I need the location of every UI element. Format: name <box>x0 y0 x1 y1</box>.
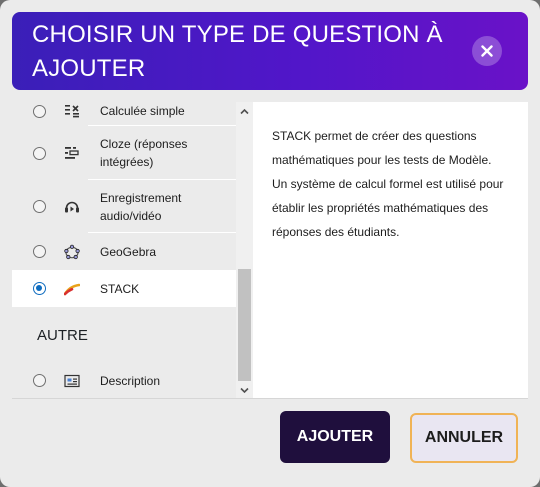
radio-geogebra[interactable] <box>33 245 46 258</box>
question-type-list: Calculée simple Cloze (réponses intégrée… <box>12 102 236 398</box>
close-icon <box>481 45 493 57</box>
list-item-stack[interactable]: STACK <box>12 270 236 307</box>
list-scrollbar[interactable] <box>236 102 253 398</box>
question-type-dialog: CHOISIR UN TYPE DE QUESTION À AJOUTER Ca… <box>0 0 540 487</box>
dialog-header: CHOISIR UN TYPE DE QUESTION À AJOUTER <box>12 12 528 90</box>
list-item-geogebra[interactable]: GeoGebra <box>12 233 236 270</box>
radio-calculee-simple[interactable] <box>33 104 46 118</box>
list-item-label: Calculée simple <box>100 104 185 118</box>
list-item-calculee-simple[interactable]: Calculée simple <box>12 102 236 126</box>
scroll-up-icon[interactable] <box>239 106 250 117</box>
list-item-label: Description <box>100 373 161 388</box>
scroll-down-icon[interactable] <box>239 385 250 396</box>
list-item-label: STACK <box>100 281 140 296</box>
description-icon <box>64 373 80 389</box>
radio-enregistrement[interactable] <box>33 200 46 213</box>
cloze-icon <box>64 145 80 161</box>
list-item-enregistrement[interactable]: Enregistrement audio/vidéo <box>12 180 236 233</box>
scrollbar-thumb[interactable] <box>238 269 251 381</box>
radio-cloze[interactable] <box>33 146 46 160</box>
list-item-cloze[interactable]: Cloze (réponses intégrées) <box>12 126 236 180</box>
calculator-icon <box>64 103 80 119</box>
close-button[interactable] <box>472 36 502 66</box>
footer-divider <box>12 398 528 399</box>
section-heading-autre: AUTRE <box>37 327 88 344</box>
dialog-body: Calculée simple Cloze (réponses intégrée… <box>12 102 528 398</box>
list-item-label: Cloze (réponses intégrées) <box>100 137 188 169</box>
cancel-button[interactable]: ANNULER <box>410 413 518 463</box>
question-type-description: STACK permet de créer des questions math… <box>272 129 504 239</box>
add-button[interactable]: AJOUTER <box>280 411 390 463</box>
list-item-description[interactable]: Description <box>12 362 236 398</box>
stack-icon <box>64 281 80 297</box>
dialog-title: CHOISIR UN TYPE DE QUESTION À AJOUTER <box>32 21 443 82</box>
list-item-label: Enregistrement audio/vidéo <box>100 190 182 223</box>
description-panel: STACK permet de créer des questions math… <box>253 102 528 398</box>
radio-stack[interactable] <box>33 282 46 295</box>
headset-icon <box>64 199 80 215</box>
geogebra-icon <box>64 244 80 260</box>
radio-description[interactable] <box>33 374 46 387</box>
list-item-label: GeoGebra <box>100 244 157 259</box>
